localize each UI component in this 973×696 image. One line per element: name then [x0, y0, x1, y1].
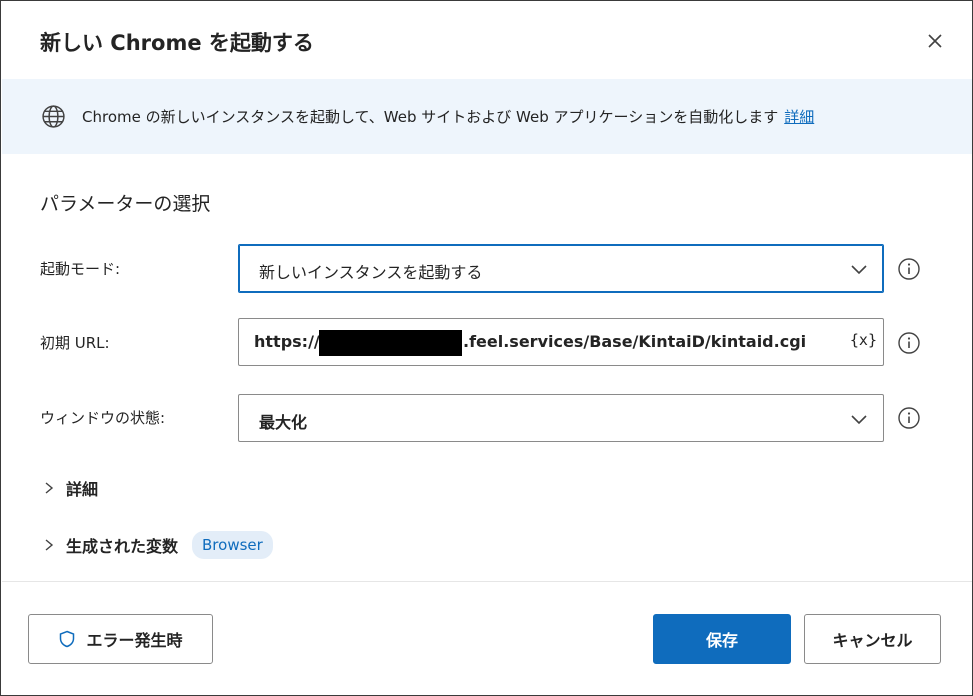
globe-icon — [42, 105, 65, 128]
save-button[interactable]: 保存 — [653, 614, 791, 664]
dialog-title: 新しい Chrome を起動する — [40, 31, 314, 55]
launch-mode-value: 新しいインスタンスを起動する — [259, 263, 483, 282]
chevron-down-icon — [851, 415, 867, 425]
generated-variables-expander[interactable]: 生成された変数 Browser — [42, 531, 273, 559]
initial-url-label: 初期 URL: — [40, 334, 110, 352]
footer-divider — [2, 581, 972, 582]
info-description: Chrome の新しいインスタンスを起動して、Web サイトおよび Web アプ… — [82, 108, 779, 126]
close-icon — [928, 34, 942, 48]
info-banner: Chrome の新しいインスタンスを起動して、Web サイトおよび Web アプ… — [2, 79, 972, 154]
window-state-info-icon[interactable] — [897, 406, 921, 430]
window-state-label: ウィンドウの状態: — [40, 409, 166, 427]
url-suffix: .feel.services/Base/KintaiD/kintaid.cgi — [463, 332, 807, 351]
generated-variables-label: 生成された変数 — [66, 537, 179, 556]
chevron-right-icon — [45, 482, 54, 494]
advanced-label: 詳細 — [66, 480, 99, 499]
dialog-header: 新しい Chrome を起動する — [1, 1, 972, 79]
launch-mode-info-icon[interactable] — [897, 257, 921, 281]
redacted-region — [319, 330, 462, 356]
details-link[interactable]: 詳細 — [784, 108, 814, 126]
chevron-down-icon — [851, 265, 867, 275]
on-error-button[interactable]: エラー発生時 — [28, 614, 213, 664]
close-button[interactable] — [919, 25, 951, 57]
url-prefix: https:// — [254, 332, 320, 351]
shield-icon — [60, 630, 75, 648]
section-title: パラメーターの選択 — [40, 193, 211, 215]
chevron-right-icon — [45, 539, 54, 551]
launch-mode-label: 起動モード: — [40, 260, 121, 278]
info-banner-text: Chrome の新しいインスタンスを起動して、Web サイトおよび Web アプ… — [82, 106, 814, 127]
insert-variable-button[interactable]: {x} — [850, 331, 877, 349]
initial-url-info-icon[interactable] — [897, 331, 921, 355]
on-error-label: エラー発生時 — [86, 631, 183, 650]
launch-mode-dropdown[interactable]: 新しいインスタンスを起動する — [238, 244, 884, 293]
advanced-expander[interactable]: 詳細 — [42, 476, 98, 500]
initial-url-input[interactable]: https:// .feel.services/Base/KintaiD/kin… — [238, 318, 884, 366]
window-state-value: 最大化 — [259, 413, 308, 432]
window-state-dropdown[interactable]: 最大化 — [238, 394, 884, 442]
cancel-button[interactable]: キャンセル — [804, 614, 941, 664]
launch-chrome-dialog: 新しい Chrome を起動する Chrome の新しいインスタンスを起動して、… — [0, 0, 973, 696]
browser-variable-badge[interactable]: Browser — [192, 531, 273, 559]
